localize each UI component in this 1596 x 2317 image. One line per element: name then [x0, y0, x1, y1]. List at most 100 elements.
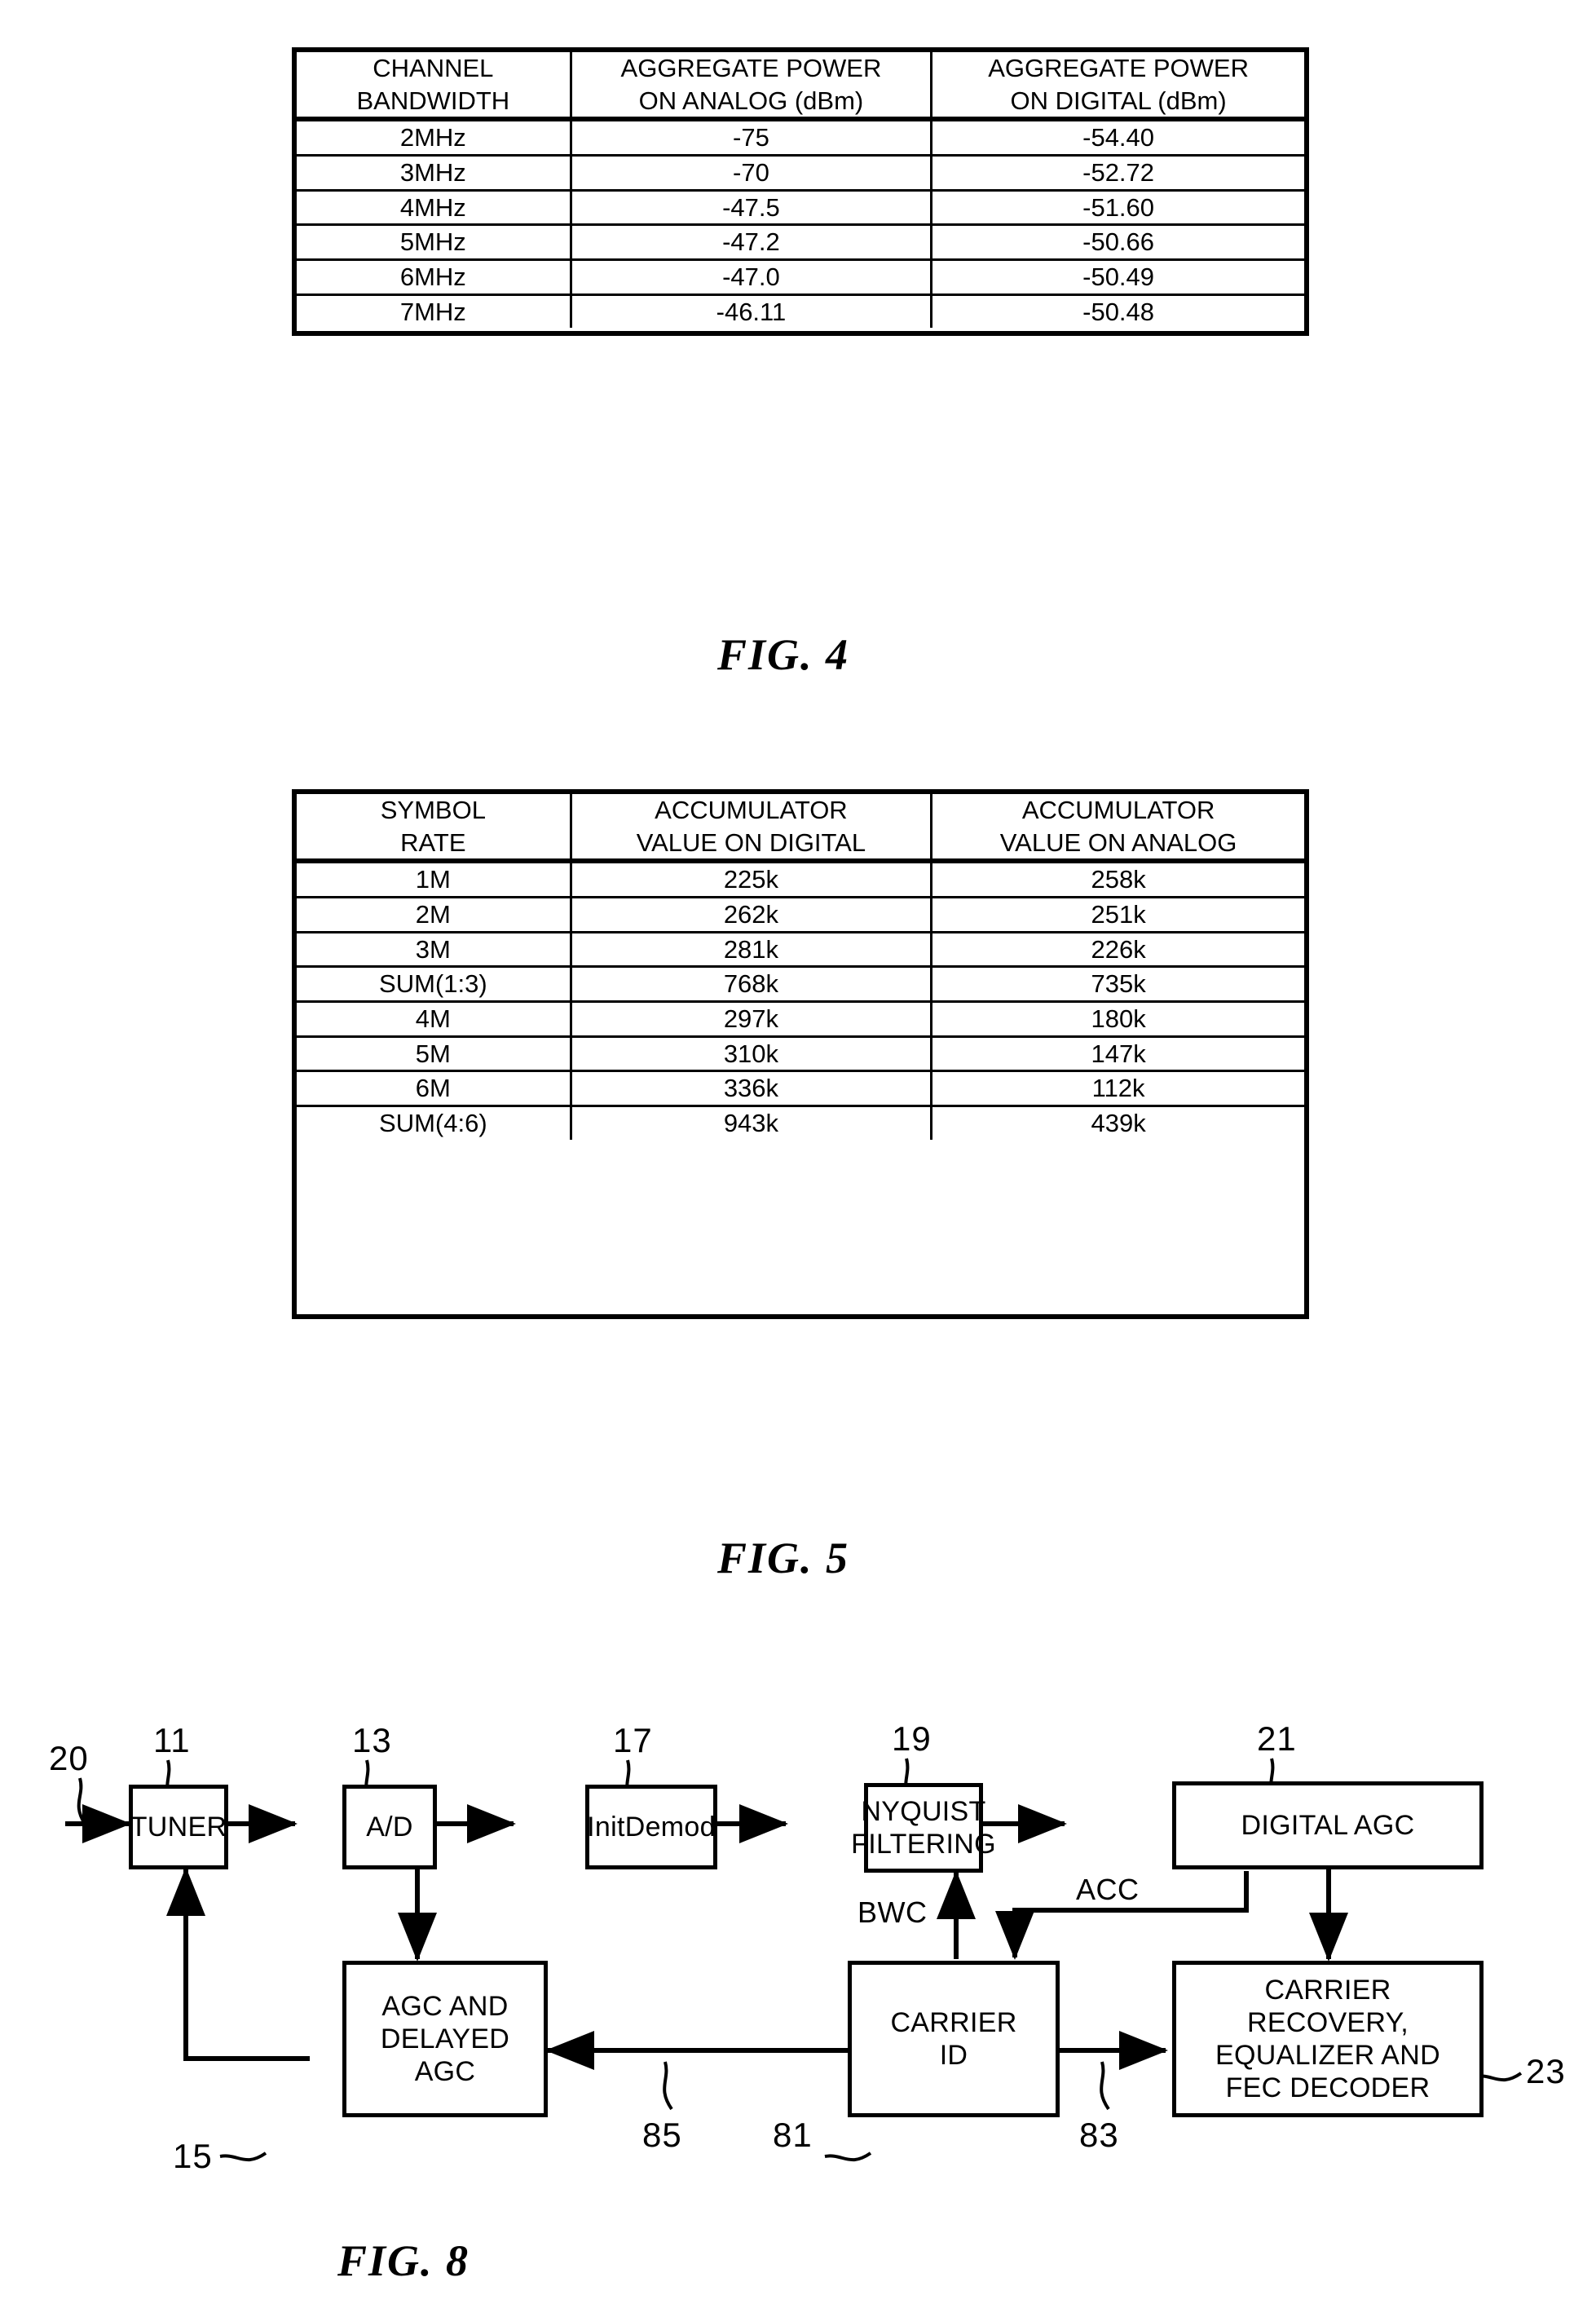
- header-line: ACCUMULATOR: [655, 796, 848, 824]
- header-line: SYMBOL: [380, 796, 486, 824]
- cell-accumulator-analog: 112k: [930, 1070, 1304, 1108]
- column-header-accumulator-analog: ACCUMULATOR VALUE ON ANALOG: [930, 794, 1304, 864]
- table-row: 5MHz -47.2 -50.66: [297, 223, 1304, 262]
- column-header-symbol-rate: SYMBOL RATE: [297, 794, 572, 864]
- cell-bandwidth: 3MHz: [297, 154, 572, 192]
- cell-power-analog: -46.11: [569, 293, 933, 329]
- cell-bandwidth: 7MHz: [297, 293, 572, 329]
- fig8-caption: FIG. 8: [337, 2236, 470, 2285]
- cell-symbol-rate: 3M: [297, 930, 572, 969]
- cell-power-digital: -50.48: [930, 293, 1304, 329]
- refnum-15: 15: [173, 2137, 213, 2175]
- block-label-line: AGC: [414, 2056, 476, 2088]
- block-carrier-recovery-equalizer-fec-decoder[interactable]: CARRIER RECOVERY, EQUALIZER AND FEC DECO…: [1172, 1961, 1484, 2117]
- block-digital-agc[interactable]: DIGITAL AGC: [1172, 1781, 1484, 1869]
- block-label-line: DELAYED: [380, 2023, 510, 2054]
- cell-power-analog: -70: [569, 154, 933, 192]
- fig4-table-grid: CHANNEL BANDWIDTH AGGREGATE POWER ON ANA…: [297, 52, 1304, 329]
- header-line: ON ANALOG (dBm): [638, 86, 864, 115]
- cell-accumulator-digital: 262k: [569, 896, 933, 933]
- cell-symbol-rate: 5M: [297, 1035, 572, 1073]
- table-row: 5M 310k 147k: [297, 1035, 1304, 1073]
- table-header-row: CHANNEL BANDWIDTH AGGREGATE POWER ON ANA…: [297, 52, 1304, 122]
- block-agc-and-delayed-agc[interactable]: AGC AND DELAYED AGC: [342, 1961, 548, 2117]
- cell-power-digital: -50.66: [930, 223, 1304, 262]
- cell-symbol-rate: 6M: [297, 1070, 572, 1108]
- header-line: CHANNEL: [373, 54, 494, 82]
- block-label-line: CARRIER: [1264, 1974, 1391, 2006]
- cell-power-digital: -52.72: [930, 154, 1304, 192]
- cell-accumulator-analog: 147k: [930, 1035, 1304, 1073]
- cell-accumulator-digital: 297k: [569, 1000, 933, 1038]
- table-row: 3M 281k 226k: [297, 930, 1304, 969]
- block-label-line: FILTERING: [851, 1829, 996, 1860]
- table-row: 2MHz -75 -54.40: [297, 117, 1304, 157]
- cell-power-analog: -47.2: [569, 223, 933, 262]
- cell-power-digital: -51.60: [930, 188, 1304, 227]
- block-label-line: AGC AND: [381, 1990, 509, 2022]
- block-label: DIGITAL AGC: [1241, 1809, 1415, 1841]
- refnum-21: 21: [1257, 1719, 1297, 1758]
- cell-accumulator-analog: 735k: [930, 965, 1304, 1004]
- cell-accumulator-analog: 180k: [930, 1000, 1304, 1038]
- block-label-line: ID: [939, 2040, 968, 2071]
- table-row: 7MHz -46.11 -50.48: [297, 293, 1304, 329]
- table-row: 4M 297k 180k: [297, 1000, 1304, 1038]
- header-line: ACCUMULATOR: [1021, 796, 1215, 824]
- block-nyquist-filtering[interactable]: NYQUIST FILTERING: [851, 1783, 996, 1873]
- table-row: 2M 262k 251k: [297, 896, 1304, 933]
- cell-power-digital: -54.40: [930, 117, 1304, 157]
- block-tuner[interactable]: TUNER: [129, 1785, 228, 1869]
- cell-accumulator-digital: 281k: [569, 930, 933, 969]
- cell-symbol-rate: 2M: [297, 896, 572, 933]
- fig8-block-diagram: TUNER A/D InitDemod NYQUIST FILTERING DI…: [0, 1700, 1596, 2317]
- fig4-caption: FIG. 4: [717, 630, 850, 679]
- refnum-85: 85: [642, 2116, 682, 2154]
- table-header-row: SYMBOL RATE ACCUMULATOR VALUE ON DIGITAL…: [297, 794, 1304, 864]
- cell-symbol-rate: SUM(1:3): [297, 965, 572, 1004]
- signal-label-acc: ACC: [1076, 1873, 1140, 1906]
- fig5-table: SYMBOL RATE ACCUMULATOR VALUE ON DIGITAL…: [292, 789, 1309, 1319]
- cell-power-analog: -47.5: [569, 188, 933, 227]
- cell-bandwidth: 5MHz: [297, 223, 572, 262]
- cell-accumulator-digital: 310k: [569, 1035, 933, 1073]
- block-label-line: NYQUIST: [861, 1795, 986, 1827]
- header-line: AGGREGATE POWER: [620, 54, 882, 82]
- block-label-line: EQUALIZER AND: [1215, 2040, 1440, 2071]
- table-row: 6M 336k 112k: [297, 1070, 1304, 1108]
- table-row: 6MHz -47.0 -50.49: [297, 258, 1304, 296]
- table-row: 3MHz -70 -52.72: [297, 154, 1304, 192]
- refnum-23: 23: [1526, 2052, 1566, 2090]
- refnum-81: 81: [773, 2116, 813, 2154]
- block-adc[interactable]: A/D: [342, 1785, 437, 1869]
- column-header-aggregate-power-analog: AGGREGATE POWER ON ANALOG (dBm): [569, 52, 933, 122]
- cell-symbol-rate: 4M: [297, 1000, 572, 1038]
- header-line: BANDWIDTH: [356, 86, 510, 115]
- cell-accumulator-digital: 225k: [569, 859, 933, 899]
- cell-accumulator-digital: 336k: [569, 1070, 933, 1108]
- table-row: 4MHz -47.5 -51.60: [297, 188, 1304, 227]
- block-carrier-id[interactable]: CARRIER ID: [848, 1961, 1060, 2117]
- fig5-caption: FIG. 5: [717, 1534, 850, 1582]
- refnum-83: 83: [1079, 2116, 1119, 2154]
- header-line: AGGREGATE POWER: [988, 54, 1249, 82]
- block-label: A/D: [366, 1811, 413, 1843]
- cell-power-digital: -50.49: [930, 258, 1304, 296]
- cell-bandwidth: 6MHz: [297, 258, 572, 296]
- fig4-table: CHANNEL BANDWIDTH AGGREGATE POWER ON ANA…: [292, 47, 1309, 336]
- cell-symbol-rate: 1M: [297, 859, 572, 899]
- column-header-channel-bandwidth: CHANNEL BANDWIDTH: [297, 52, 572, 122]
- block-label-line: RECOVERY,: [1247, 2006, 1409, 2038]
- signal-label-bwc: BWC: [858, 1896, 928, 1929]
- refnum-13: 13: [352, 1721, 392, 1759]
- refnum-11: 11: [153, 1721, 191, 1759]
- table-row: SUM(4:6) 943k 439k: [297, 1105, 1304, 1140]
- block-initdemod[interactable]: InitDemod: [585, 1785, 717, 1869]
- table-row: 1M 225k 258k: [297, 859, 1304, 899]
- cell-accumulator-analog: 226k: [930, 930, 1304, 969]
- table-row: SUM(1:3) 768k 735k: [297, 965, 1304, 1004]
- header-line: VALUE ON ANALOG: [999, 828, 1237, 857]
- fig5-table-grid: SYMBOL RATE ACCUMULATOR VALUE ON DIGITAL…: [297, 794, 1304, 1140]
- block-label-line: FEC DECODER: [1225, 2072, 1431, 2104]
- refnum-17: 17: [613, 1721, 653, 1759]
